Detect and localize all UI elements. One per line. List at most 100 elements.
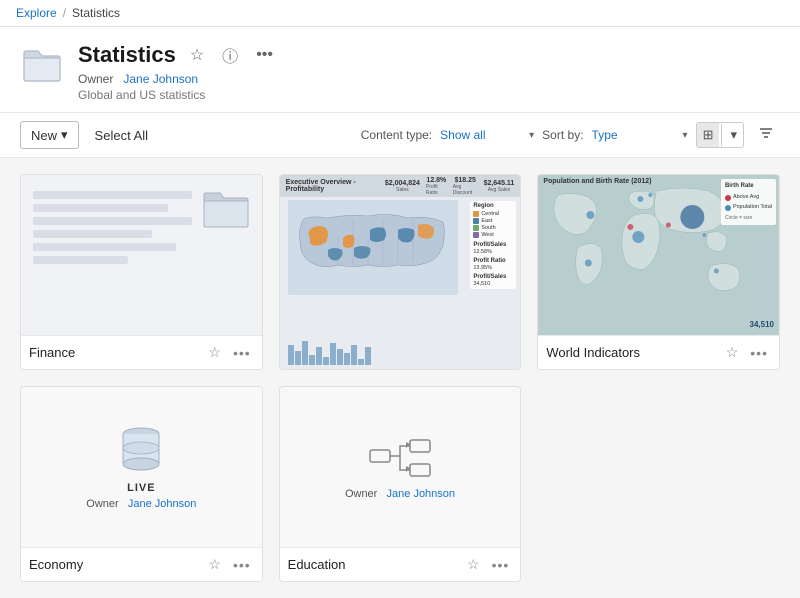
more-options-button[interactable]: •••	[252, 44, 277, 66]
finance-card[interactable]: Finance ☆ •••	[20, 174, 263, 370]
grid-view-button[interactable]: ⊞	[697, 123, 720, 147]
world-dot-sm-2	[703, 233, 707, 237]
ss-title: Executive Overview - Profitability	[286, 179, 379, 193]
breadcrumb-separator: /	[63, 6, 66, 20]
superstore-map	[288, 200, 458, 295]
filter-button[interactable]	[752, 121, 780, 149]
finance-more-button[interactable]: •••	[230, 343, 254, 363]
breadcrumb-current: Statistics	[72, 6, 120, 20]
live-badge: LIVE	[127, 482, 155, 494]
bar-5	[316, 347, 322, 365]
world-more-button[interactable]: •••	[747, 343, 771, 363]
world-dot-red-1	[628, 224, 634, 230]
content-type-label: Content type:	[361, 128, 432, 142]
breadcrumb-explore-link[interactable]: Explore	[16, 6, 57, 20]
header-title-row: Statistics ☆ ⓘ •••	[78, 41, 780, 69]
world-favorite-button[interactable]: ☆	[723, 342, 742, 363]
bar-8	[337, 349, 343, 365]
superstore-region-panel: Region Central East South West Profit/Sa…	[470, 201, 516, 289]
world-actions: ☆ •••	[723, 342, 771, 363]
new-button-label: New	[31, 128, 57, 143]
breadcrumb: Explore / Statistics	[0, 0, 800, 27]
toolbar: New ▾ Select All Content type: Show all …	[0, 113, 800, 158]
line-3	[33, 217, 192, 225]
world-name: World Indicators	[546, 345, 640, 360]
ss-metric-4: $2,645.11 Avg Sales	[484, 180, 515, 193]
bar-10	[351, 345, 357, 365]
education-favorite-button[interactable]: ☆	[464, 554, 483, 575]
bar-7	[330, 343, 336, 365]
page-title: Statistics	[78, 42, 176, 68]
world-dot-samerica	[585, 260, 592, 267]
education-name: Education	[288, 557, 346, 572]
economy-thumb-inner: LIVE Owner Jane Johnson	[86, 387, 196, 547]
ss-metric-2: 12.8% Profit Ratio	[426, 177, 447, 196]
page-header: Statistics ☆ ⓘ ••• Owner Jane Johnson Gl…	[0, 27, 800, 113]
bar-2	[295, 351, 301, 365]
line-5	[33, 243, 176, 251]
sort-by-wrapper[interactable]: Type Name Date Modified	[592, 128, 688, 142]
economy-name: Economy	[29, 557, 83, 572]
new-button[interactable]: New ▾	[20, 121, 79, 149]
world-dot-large	[681, 205, 705, 229]
view-separator	[721, 124, 722, 146]
world-stat-number: 34,510	[750, 320, 774, 329]
superstore-card[interactable]: Executive Overview - Profitability $2,00…	[279, 174, 522, 370]
finance-folder-icon	[202, 187, 250, 229]
info-button[interactable]: ⓘ	[218, 41, 242, 69]
line-4	[33, 230, 152, 238]
finance-thumb-inner	[21, 175, 262, 335]
economy-owner-link[interactable]: Jane Johnson	[128, 498, 197, 510]
bar-4	[309, 355, 315, 365]
flow-icon	[368, 434, 432, 484]
database-icon	[120, 424, 162, 476]
filter-icon	[758, 125, 774, 141]
favorite-button[interactable]: ☆	[186, 43, 208, 67]
line-1	[33, 191, 192, 199]
finance-lines	[33, 187, 192, 264]
ss-metric-3: $18.25 Avg Discount	[453, 177, 478, 196]
world-dot-africa	[633, 231, 645, 243]
economy-thumbnail: LIVE Owner Jane Johnson	[21, 387, 262, 547]
header-description: Global and US statistics	[78, 88, 780, 102]
content-area: Finance ☆ ••• Executive Overview - Profi…	[0, 158, 800, 598]
bar-11	[358, 359, 364, 365]
select-all-button[interactable]: Select All	[91, 123, 152, 148]
education-more-button[interactable]: •••	[489, 555, 513, 575]
bar-9	[344, 353, 350, 365]
economy-favorite-button[interactable]: ☆	[205, 554, 224, 575]
finance-actions: ☆ •••	[205, 342, 253, 363]
economy-actions: ☆ •••	[205, 554, 253, 575]
sort-by-select[interactable]: Type Name Date Modified	[592, 128, 681, 142]
list-view-button[interactable]: ▾	[724, 123, 743, 147]
line-6	[33, 256, 128, 264]
items-grid: Finance ☆ ••• Executive Overview - Profi…	[20, 174, 780, 582]
sort-by-label: Sort by:	[542, 128, 583, 142]
world-dot-red-2	[666, 223, 671, 228]
superstore-header: Executive Overview - Profitability $2,00…	[280, 175, 521, 197]
finance-name: Finance	[29, 345, 75, 360]
superstore-footer: Superstore_us ☆ •••	[280, 369, 521, 370]
content-type-wrapper[interactable]: Show all Workbooks Data Sources Flows	[440, 128, 534, 142]
world-dot-sm-1	[649, 193, 653, 197]
world-dot-aus	[714, 269, 719, 274]
economy-more-button[interactable]: •••	[230, 555, 254, 575]
education-card[interactable]: Owner Jane Johnson Education ☆ •••	[279, 386, 522, 582]
content-type-select[interactable]: Show all Workbooks Data Sources Flows	[440, 128, 527, 142]
superstore-chart	[288, 335, 458, 365]
economy-card[interactable]: LIVE Owner Jane Johnson Economy ☆ •••	[20, 386, 263, 582]
education-owner-link[interactable]: Jane Johnson	[387, 488, 456, 500]
world-indicators-card[interactable]: Birth Rate Above Avg Population Total Ci…	[537, 174, 780, 370]
world-footer: World Indicators ☆ •••	[538, 335, 779, 369]
education-footer: Education ☆ •••	[280, 547, 521, 581]
education-thumbnail: Owner Jane Johnson	[280, 387, 521, 547]
folder-icon	[20, 43, 64, 87]
finance-favorite-button[interactable]: ☆	[205, 342, 224, 363]
education-owner-line: Owner Jane Johnson	[345, 488, 455, 500]
owner-name-link[interactable]: Jane Johnson	[123, 72, 198, 86]
bar-3	[302, 341, 308, 365]
economy-footer: Economy ☆ •••	[21, 547, 262, 581]
world-chart-title: Population and Birth Rate (2012)	[543, 178, 651, 185]
header-text-block: Statistics ☆ ⓘ ••• Owner Jane Johnson Gl…	[78, 41, 780, 102]
line-2	[33, 204, 168, 212]
